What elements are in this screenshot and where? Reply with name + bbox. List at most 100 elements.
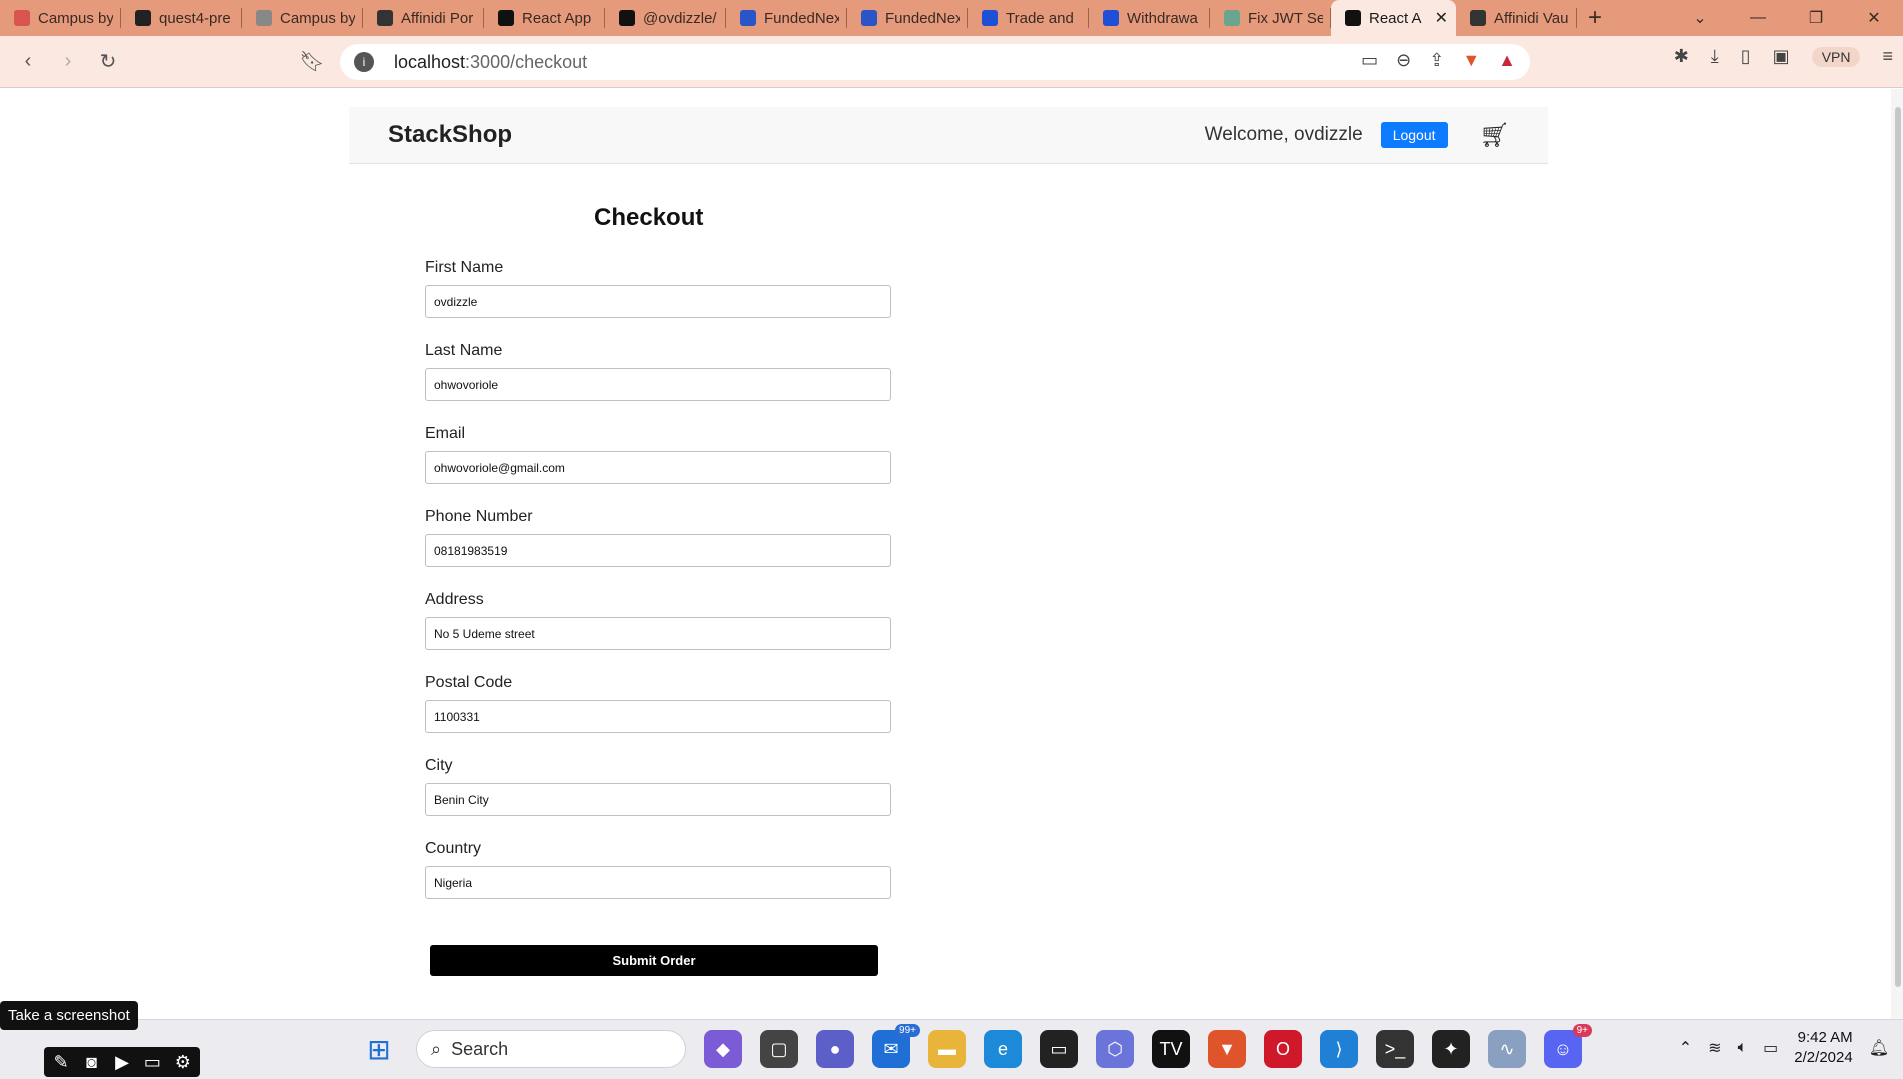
close-window-button[interactable]: ✕ [1845, 8, 1903, 28]
browser-tab[interactable]: Affinidi Vau [1456, 0, 1577, 36]
address-input[interactable]: No 5 Udeme street [425, 617, 891, 650]
taskbar-search[interactable]: ⌕ Search [416, 1030, 686, 1068]
camera-icon[interactable]: ◙ [80, 1052, 102, 1073]
browser-tab[interactable]: Withdrawa [1089, 0, 1210, 36]
last-name-label: Last Name [425, 342, 503, 359]
browser-tab[interactable]: Trade and [968, 0, 1089, 36]
address-label: Address [425, 591, 484, 608]
cart-icon[interactable]: 🛒︎ [1480, 121, 1510, 150]
campus-icon [14, 10, 30, 26]
file-explorer-icon[interactable]: ▬ [928, 1030, 966, 1068]
browser-tab[interactable]: FundedNex [847, 0, 968, 36]
browser-tab[interactable]: React A ✕ [1331, 0, 1456, 36]
task-view-icon[interactable]: ▢ [760, 1030, 798, 1068]
email-input[interactable]: ohwovoriole@gmail.com [425, 451, 891, 484]
last-name-input[interactable]: ohwovoriole [425, 368, 891, 401]
brand-logo[interactable]: StackShop [388, 121, 512, 149]
sidebar-icon[interactable]: ▯ [1741, 46, 1751, 67]
cmd-icon[interactable]: >_ [1376, 1030, 1414, 1068]
zoom-icon[interactable]: ⊖ [1396, 50, 1411, 71]
gear-icon[interactable]: ⚙ [172, 1052, 194, 1073]
phone-number-field-group: Phone Number 08181983519 [425, 508, 891, 591]
browser-tab[interactable]: quest4-pre [121, 0, 242, 36]
close-tab-icon[interactable]: ✕ [1435, 8, 1448, 28]
browser-tab[interactable]: React App [484, 0, 605, 36]
video-icon[interactable]: ▶ [111, 1052, 133, 1073]
tab-title: quest4-pre [159, 9, 231, 27]
volume-icon[interactable]: 🔈︎ [1738, 1039, 1748, 1057]
opera-icon[interactable]: O [1264, 1030, 1302, 1068]
city-label: City [425, 757, 453, 774]
downloads-icon[interactable]: ⤓ [1711, 46, 1719, 67]
address-field-group: Address No 5 Udeme street [425, 591, 891, 674]
restore-button[interactable]: ❐ [1787, 8, 1845, 28]
monitor-icon[interactable]: ∿ [1488, 1030, 1526, 1068]
doc-icon [377, 10, 393, 26]
browser-tab[interactable]: Affinidi Por [363, 0, 484, 36]
scrollbar-thumb[interactable] [1895, 107, 1901, 987]
reload-button[interactable]: ↻ [88, 42, 128, 82]
k-icon [982, 10, 998, 26]
tab-title: Affinidi Vau [1494, 9, 1569, 27]
tab-title: Campus by [38, 9, 113, 27]
browser-tab[interactable]: @ovdizzle/ [605, 0, 726, 36]
brave-rewards-icon[interactable]: ▲ [1498, 50, 1516, 71]
copilot-icon[interactable]: ◆ [704, 1030, 742, 1068]
browser-tab[interactable]: Campus by [0, 0, 121, 36]
page-title: Checkout [594, 204, 704, 231]
country-label: Country [425, 840, 482, 857]
battery-icon[interactable]: ▭ [1763, 1038, 1778, 1058]
chevron-up-icon[interactable]: ⌃ [1679, 1038, 1692, 1058]
system-clock[interactable]: 9:42 AM 2/2/2024 [1794, 1028, 1852, 1068]
header-actions: Welcome, ovdizzle Logout 🛒︎ [1205, 121, 1510, 150]
tab-title: Fix JWT Ses [1248, 9, 1323, 27]
vpn-button[interactable]: VPN [1811, 46, 1861, 67]
cast-icon[interactable]: ▭ [1361, 50, 1378, 71]
minimize-button[interactable]: — [1729, 9, 1787, 27]
terminal-app-icon[interactable]: ▭ [1040, 1030, 1078, 1068]
browser-tab[interactable]: Campus by [242, 0, 363, 36]
new-tab-button[interactable]: + [1577, 0, 1613, 36]
notification-bell-icon[interactable]: 🔔︎ [1869, 1038, 1889, 1058]
doc-icon [1470, 10, 1486, 26]
share-icon[interactable]: ⇪ [1429, 50, 1444, 71]
bookmark-icon[interactable]: 🔖︎ [292, 42, 332, 82]
edit-icon[interactable]: ✎ [50, 1052, 72, 1073]
page-scrollbar[interactable] [1891, 89, 1903, 1019]
fundednext-icon [861, 10, 877, 26]
mail-icon[interactable]: ✉ 99+ [872, 1024, 920, 1068]
copilot-app-icon[interactable]: ⬡ [1096, 1030, 1134, 1068]
figma-icon[interactable]: ✦ [1432, 1030, 1470, 1068]
forward-button[interactable]: › [48, 42, 88, 82]
browser-tab[interactable]: FundedNex [726, 0, 847, 36]
discord-icon[interactable]: ☺ 9+ [1544, 1024, 1592, 1068]
tab-search-icon[interactable]: ⌄ [1671, 8, 1729, 28]
search-icon: ⌕ [431, 1038, 442, 1059]
vscode-icon[interactable]: ⟩ [1320, 1030, 1358, 1068]
start-icon[interactable]: ⊞ [360, 1030, 398, 1068]
extensions-icon[interactable]: ✱ [1674, 46, 1689, 67]
menu-icon[interactable]: ≡ [1882, 46, 1893, 67]
address-bar[interactable]: i localhost:3000/checkout ▭ ⊖ ⇪ ▼ ▲ [340, 44, 1530, 80]
window-icon[interactable]: ▭ [141, 1052, 163, 1073]
first-name-input[interactable]: ovdizzle [425, 285, 891, 318]
city-input[interactable]: Benin City [425, 783, 891, 816]
tradingview-icon[interactable]: TV [1152, 1030, 1190, 1068]
postal-code-input[interactable]: 1100331 [425, 700, 891, 733]
brave-shields-icon[interactable]: ▼ [1462, 50, 1480, 71]
phone-number-input[interactable]: 08181983519 [425, 534, 891, 567]
system-tray: ⌃ ≋ 🔈︎ ▭ 9:42 AM 2/2/2024 🔔︎ [1679, 1028, 1889, 1068]
edge-icon[interactable]: e [984, 1030, 1022, 1068]
city-field-group: City Benin City [425, 757, 891, 840]
wifi-icon[interactable]: ≋ [1708, 1038, 1721, 1058]
brave-icon[interactable]: ▼ [1208, 1030, 1246, 1068]
teams-icon[interactable]: ● [816, 1030, 854, 1068]
url-host: localhost [394, 51, 466, 72]
wallet-icon[interactable]: ▣ [1773, 46, 1790, 67]
submit-order-button[interactable]: Submit Order [430, 945, 878, 976]
browser-tab[interactable]: Fix JWT Ses [1210, 0, 1331, 36]
logout-button[interactable]: Logout [1380, 122, 1448, 148]
site-info-icon[interactable]: i [354, 52, 374, 72]
country-input[interactable]: Nigeria [425, 866, 891, 899]
back-button[interactable]: ‹ [8, 42, 48, 82]
